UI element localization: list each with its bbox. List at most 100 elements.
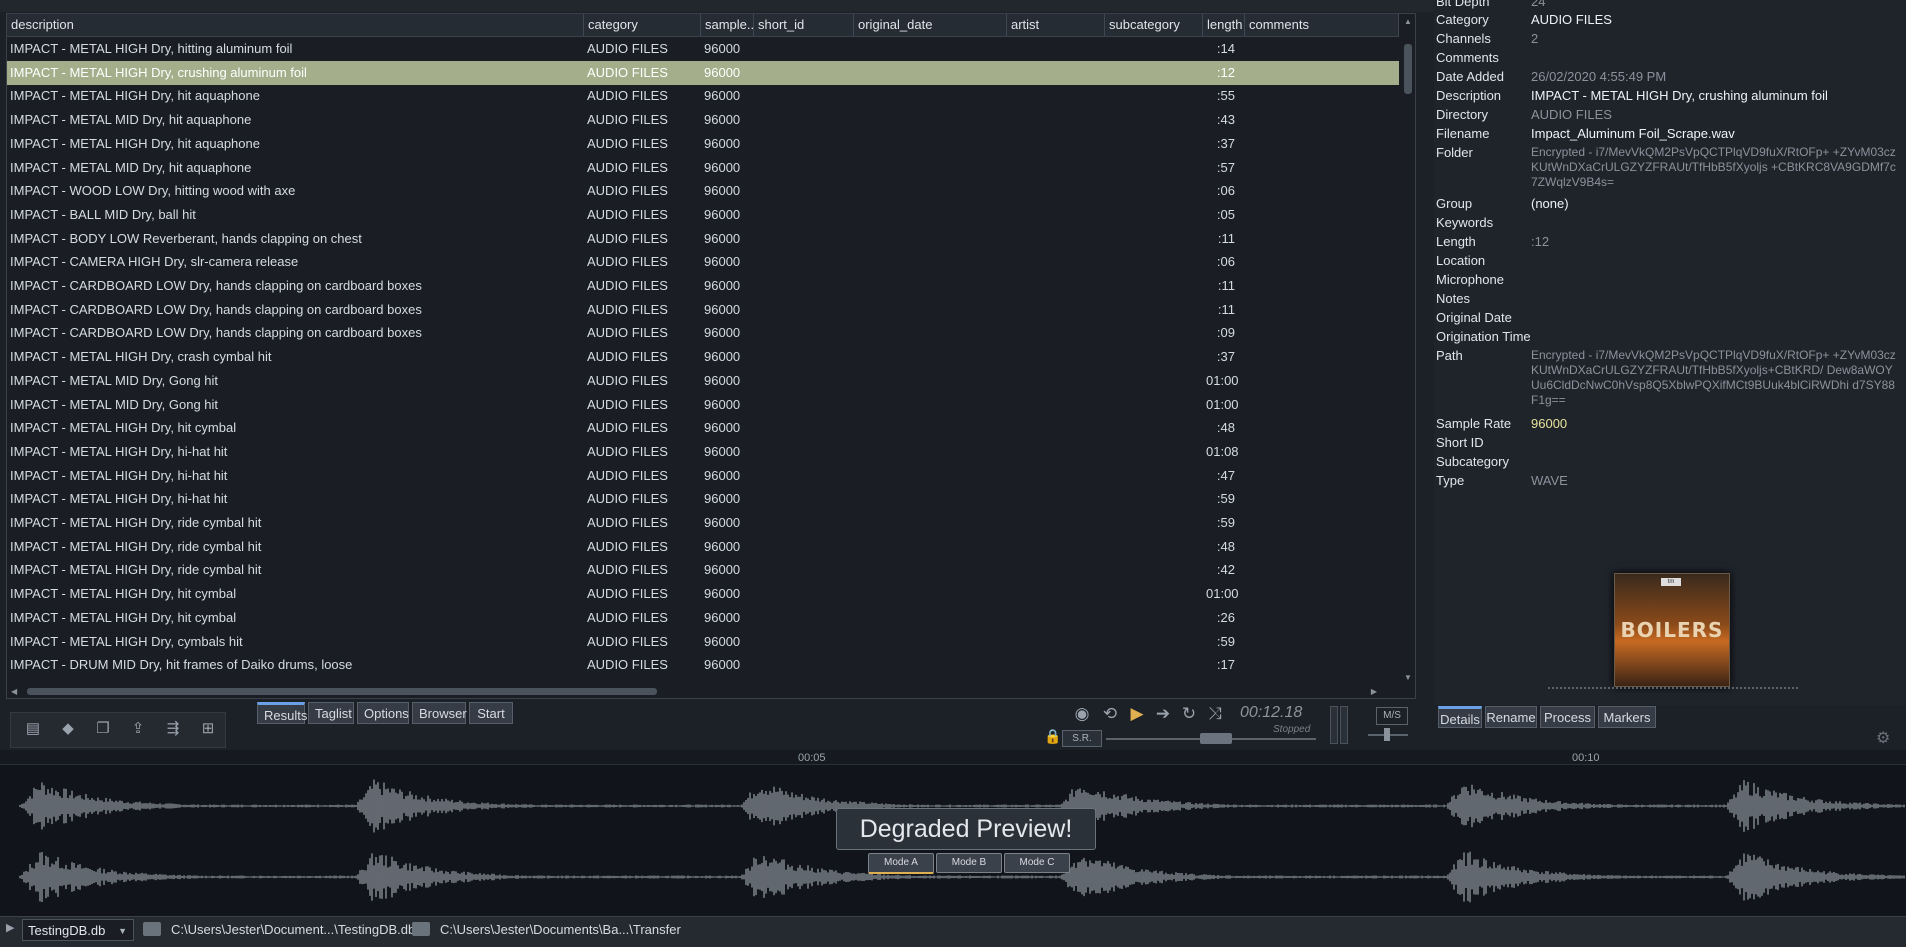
play-icon[interactable]: ▶ — [1126, 704, 1148, 724]
table-row[interactable]: IMPACT - METAL MID Dry, Gong hit AUDIO FI… — [7, 369, 1399, 393]
chevron-down-icon: ▼ — [118, 926, 127, 936]
tab-rename[interactable]: Rename — [1485, 706, 1537, 728]
column-header-subcategory[interactable]: subcategory — [1105, 14, 1203, 36]
cell-length: :43 — [1216, 112, 1235, 128]
mode-c-button[interactable]: Mode C — [1004, 853, 1070, 873]
table-row[interactable]: IMPACT - CARDBOARD LOW Dry, hands clappi… — [7, 298, 1399, 322]
cell-sample: 96000 — [704, 183, 741, 199]
column-header-sample[interactable]: sample... — [701, 14, 754, 36]
table-row[interactable]: IMPACT - CAMERA HIGH Dry, slr-camera rel… — [7, 250, 1399, 274]
transfer-path[interactable]: C:\Users\Jester\Documents\Ba...\Transfer — [440, 919, 681, 941]
table-row[interactable]: IMPACT - DRUM MID Dry, hit frames of Dai… — [7, 653, 1399, 677]
detail-value-type: WAVE — [1531, 473, 1568, 488]
database-select[interactable]: TestingDB.db ▼ — [22, 919, 134, 941]
repeat-icon[interactable]: ↻ — [1178, 704, 1200, 724]
cell-sample: 96000 — [704, 538, 741, 554]
sample-rate-button[interactable]: S.R. — [1062, 730, 1102, 747]
table-row[interactable]: IMPACT - METAL MID Dry, hit aquaphone AUD… — [7, 156, 1399, 180]
tab-start[interactable]: Start — [469, 702, 513, 724]
database-path[interactable]: C:\Users\Jester\Document...\TestingDB.db — [171, 919, 415, 941]
table-row[interactable]: IMPACT - METAL HIGH Dry, hit cymbal AUDIO… — [7, 416, 1399, 440]
folder-icon — [143, 922, 161, 936]
table-row[interactable]: IMPACT - BALL MID Dry, ball hit AUDIO FIL… — [7, 203, 1399, 227]
column-header-comments[interactable]: comments — [1245, 14, 1399, 36]
cell-length: :05 — [1216, 206, 1235, 222]
scroll-left-icon[interactable]: ◀ — [11, 687, 17, 696]
scroll-up-icon[interactable]: ▲ — [1404, 17, 1412, 26]
table-row[interactable]: IMPACT - BODY LOW Reverberant, hands cla… — [7, 227, 1399, 251]
tab-results[interactable]: Results — [257, 702, 307, 724]
tab-process[interactable]: Process — [1540, 706, 1595, 728]
detail-value-folder: Encrypted - i7/MevVkQM2PsVpQCTPlqVD9fuX/… — [1531, 145, 1896, 189]
table-row[interactable]: IMPACT - METAL HIGH Dry, crash cymbal hi… — [7, 345, 1399, 369]
batch-icon[interactable]: ⇶ — [160, 718, 186, 740]
cell-description: IMPACT - METAL HIGH Dry, hit aquaphone — [10, 88, 260, 104]
vertical-scrollbar[interactable]: ▲ ▼ — [1401, 14, 1415, 684]
expand-icon[interactable]: ▶ — [6, 921, 14, 934]
scroll-right-icon[interactable]: ▶ — [1371, 687, 1377, 696]
column-header-category[interactable]: category — [584, 14, 701, 36]
mode-a-button[interactable]: Mode A — [868, 853, 934, 874]
export-icon[interactable]: ⇪ — [125, 718, 151, 740]
copy-icon[interactable]: ❐ — [90, 718, 116, 740]
detail-label-length: Length — [1436, 234, 1476, 249]
horizontal-scroll-thumb[interactable] — [27, 688, 657, 695]
table-row[interactable]: IMPACT - METAL HIGH Dry, hit aquaphone AU… — [7, 84, 1399, 108]
cell-length: :47 — [1216, 467, 1235, 483]
detail-label-category: Category — [1436, 12, 1489, 27]
vertical-scroll-thumb[interactable] — [1404, 44, 1412, 94]
tab-browser[interactable]: Browser — [412, 702, 467, 724]
position-slider-thumb[interactable] — [1200, 733, 1232, 744]
table-row[interactable]: IMPACT - METAL MID Dry, hit aquaphone AUD… — [7, 108, 1399, 132]
detail-label-short-id: Short ID — [1436, 435, 1484, 450]
cell-category: AUDIO FILES — [587, 112, 668, 128]
mode-b-button[interactable]: Mode B — [936, 853, 1002, 873]
table-row[interactable]: IMPACT - METAL HIGH Dry, hi-hat hit AUDIO… — [7, 464, 1399, 488]
column-header-short_id[interactable]: short_id — [754, 14, 854, 36]
table-row[interactable]: IMPACT - WOOD LOW Dry, hitting wood with… — [7, 179, 1399, 203]
tab-markers[interactable]: Markers — [1598, 706, 1656, 728]
record-icon[interactable]: ◉ — [1071, 704, 1093, 724]
level-meter-right — [1340, 706, 1348, 744]
tab-details[interactable]: Details — [1438, 706, 1482, 728]
detail-label-origination-time: Origination Time — [1436, 329, 1531, 344]
horizontal-scrollbar[interactable]: ◀ ▶ — [7, 684, 1401, 698]
scroll-down-icon[interactable]: ▼ — [1404, 673, 1412, 682]
table-row[interactable]: IMPACT - METAL HIGH Dry, ride cymbal hit… — [7, 558, 1399, 582]
lock-icon[interactable]: 🔒 — [1044, 728, 1061, 745]
table-row[interactable]: IMPACT - METAL HIGH Dry, hit cymbal AUDIO… — [7, 606, 1399, 630]
table-row[interactable]: IMPACT - CARDBOARD LOW Dry, hands clappi… — [7, 274, 1399, 298]
tab-taglist[interactable]: Taglist — [308, 702, 354, 724]
table-row[interactable]: IMPACT - METAL HIGH Dry, hitting aluminu… — [7, 37, 1399, 61]
table-row[interactable]: IMPACT - METAL MID Dry, Gong hit AUDIO FI… — [7, 393, 1399, 417]
next-icon[interactable]: ➔ — [1152, 704, 1174, 724]
gear-icon[interactable]: ⚙ — [1876, 728, 1890, 748]
column-header-artist[interactable]: artist — [1007, 14, 1105, 36]
new-file-icon[interactable]: ▤ — [20, 718, 46, 740]
table-row[interactable]: IMPACT - METAL HIGH Dry, hi-hat hit AUDIO… — [7, 487, 1399, 511]
ms-button[interactable]: M/S — [1376, 707, 1408, 725]
table-row[interactable]: IMPACT - METAL HIGH Dry, hit cymbal AUDIO… — [7, 582, 1399, 606]
table-row[interactable]: IMPACT - METAL HIGH Dry, hit aquaphone AU… — [7, 132, 1399, 156]
tag-icon[interactable]: ◆ — [55, 718, 81, 740]
detail-label-date-added: Date Added — [1436, 69, 1504, 84]
cell-description: IMPACT - METAL HIGH Dry, ride cymbal hit — [10, 515, 262, 530]
table-row[interactable]: IMPACT - METAL HIGH Dry, hi-hat hit AUDIO… — [7, 440, 1399, 464]
tab-options[interactable]: Options — [357, 702, 409, 724]
column-header-original_date[interactable]: original_date — [854, 14, 1007, 36]
loop-icon[interactable]: ⟲ — [1099, 704, 1121, 724]
table-row[interactable]: IMPACT - METAL HIGH Dry, crushing alumin… — [7, 60, 1399, 85]
table-row[interactable]: IMPACT - METAL HIGH Dry, cymbals hit AUDI… — [7, 630, 1399, 654]
detail-label-description: Description — [1436, 88, 1502, 103]
time-ruler[interactable] — [0, 750, 1906, 765]
column-header-length[interactable]: length — [1203, 14, 1245, 36]
shuffle-icon[interactable]: ⤨ — [1204, 704, 1226, 724]
grid-icon[interactable]: ⊞ — [195, 718, 221, 740]
table-row[interactable]: IMPACT - METAL HIGH Dry, ride cymbal hit… — [7, 535, 1399, 559]
table-row[interactable]: IMPACT - CARDBOARD LOW Dry, hands clappi… — [7, 321, 1399, 345]
cell-category: AUDIO FILES — [587, 278, 668, 293]
column-header-description[interactable]: description — [7, 14, 584, 36]
volume-slider-thumb[interactable] — [1384, 728, 1390, 741]
cell-description: IMPACT - CARDBOARD LOW Dry, hands clappi… — [10, 325, 422, 341]
table-row[interactable]: IMPACT - METAL HIGH Dry, ride cymbal hit… — [7, 511, 1399, 535]
